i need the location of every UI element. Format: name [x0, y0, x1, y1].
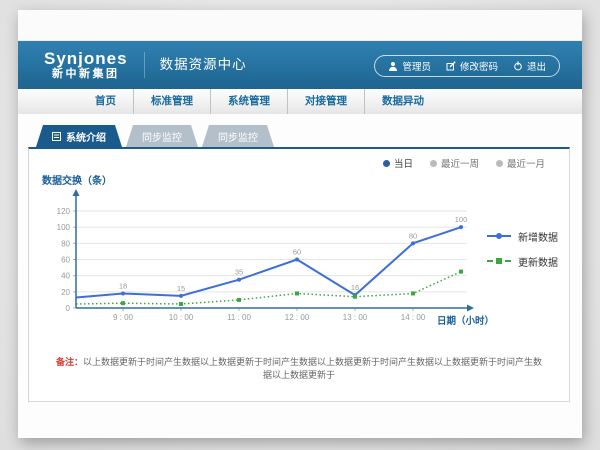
- y-tick-label: 120: [57, 207, 71, 216]
- radio-last-month-label: 最近一月: [507, 156, 545, 170]
- data-point-label: 80: [409, 231, 417, 240]
- user-menu-change-password-label: 修改密码: [460, 59, 498, 73]
- legend-marker-square: [496, 258, 502, 264]
- legend-line-sample-new: [487, 235, 511, 237]
- data-point: [459, 270, 463, 274]
- y-tick-label: 20: [61, 288, 70, 297]
- radio-last-week[interactable]: 最近一周: [430, 156, 479, 170]
- legend-line-sample-updated: [487, 260, 511, 262]
- line-chart: 0 20 40 60 80 100 120 9 : 00 10 : 00 11 : 00 12 : …: [47, 187, 507, 339]
- document-icon: [52, 132, 61, 141]
- data-point-label: 18: [119, 281, 127, 290]
- legend-label-updated-data: 更新数据: [518, 254, 558, 269]
- x-tick-label: 13 : 00: [343, 313, 368, 322]
- data-point: [237, 278, 241, 282]
- radio-today-dot: [383, 160, 390, 167]
- legend-label-new-data: 新增数据: [518, 229, 558, 244]
- edit-icon: [446, 61, 456, 71]
- nav-item-data-change[interactable]: 数据异动: [364, 89, 441, 114]
- series-line-1: [76, 272, 461, 304]
- nav-item-system-mgmt[interactable]: 系统管理: [210, 89, 287, 114]
- data-point-label: 60: [293, 248, 301, 257]
- data-point: [459, 225, 463, 229]
- x-tick-label: 9 : 00: [113, 313, 134, 322]
- chart-legend: 新增数据 更新数据: [487, 229, 573, 279]
- brand-logo: Synjones 新中新集团: [44, 50, 128, 80]
- chart-panel: 当日 最近一周 最近一月 数据交换（条） 0 20 40 60 80 100 120 9 : …: [28, 147, 570, 402]
- y-tick-label: 0: [66, 304, 71, 313]
- data-point: [411, 241, 415, 245]
- tab-sync-monitor-2-label: 同步监控: [218, 129, 258, 144]
- legend-marker-circle: [496, 233, 502, 239]
- nav-item-standard-mgmt[interactable]: 标准管理: [133, 89, 210, 114]
- data-point: [295, 258, 299, 262]
- y-tick-label: 60: [61, 256, 70, 265]
- power-icon: [513, 61, 523, 71]
- data-point: [121, 301, 125, 305]
- data-point: [179, 294, 183, 298]
- radio-last-month[interactable]: 最近一月: [496, 156, 545, 170]
- data-point: [121, 291, 125, 295]
- user-menu-admin-label: 管理员: [402, 59, 431, 73]
- top-strip: [18, 10, 582, 41]
- legend-item-updated-data[interactable]: 更新数据: [487, 254, 573, 268]
- data-point-label: 16: [351, 283, 359, 292]
- tab-sync-monitor-1-label: 同步监控: [142, 129, 182, 144]
- x-tick-label: 10 : 00: [169, 313, 194, 322]
- user-icon: [388, 61, 398, 71]
- footnote-prefix: 备注：: [56, 357, 83, 367]
- app-header: Synjones 新中新集团 数据资源中心 管理员 修改密码: [18, 41, 582, 89]
- main-nav: 首页 标准管理 系统管理 对接管理 数据异动: [18, 89, 582, 115]
- x-tick-label: 11 : 00: [227, 313, 251, 322]
- nav-item-interface-mgmt[interactable]: 对接管理: [287, 89, 364, 114]
- user-menu-admin[interactable]: 管理员: [388, 59, 431, 73]
- brand-logo-en: Synjones: [44, 50, 128, 67]
- radio-today-label: 当日: [394, 156, 413, 170]
- tab-sync-monitor-2[interactable]: 同步监控: [202, 125, 274, 147]
- content-area: 系统介绍 同步监控 同步监控 当日 最近一周: [18, 114, 582, 438]
- data-point: [411, 291, 415, 295]
- x-tick-label: 12 : 00: [285, 313, 310, 322]
- radio-last-week-dot: [430, 160, 437, 167]
- time-range-filter: 当日 最近一周 最近一月: [383, 156, 545, 170]
- y-tick-label: 80: [61, 239, 70, 248]
- x-axis-title: 日期（小时）: [437, 315, 494, 327]
- user-menu-logout[interactable]: 退出: [513, 59, 546, 73]
- data-point: [353, 295, 357, 299]
- y-tick-label: 40: [61, 272, 70, 281]
- user-menu-logout-label: 退出: [527, 59, 546, 73]
- x-axis-arrow-icon: [467, 305, 474, 312]
- user-menu: 管理员 修改密码 退出: [374, 55, 560, 77]
- x-tick-label: 14 : 00: [401, 313, 426, 322]
- radio-last-week-label: 最近一周: [441, 156, 479, 170]
- y-axis-title: 数据交换（条）: [42, 172, 112, 187]
- nav-item-home[interactable]: 首页: [78, 89, 133, 114]
- tab-sync-monitor-1[interactable]: 同步监控: [126, 125, 198, 147]
- data-point: [295, 291, 299, 295]
- user-menu-change-password[interactable]: 修改密码: [446, 59, 498, 73]
- tab-system-intro-label: 系统介绍: [66, 129, 106, 144]
- radio-last-month-dot: [496, 160, 503, 167]
- radio-today[interactable]: 当日: [383, 156, 413, 170]
- series-line-0: [76, 227, 461, 297]
- data-point: [179, 302, 183, 306]
- app-window: Synjones 新中新集团 数据资源中心 管理员 修改密码: [18, 10, 582, 438]
- data-point-label: 15: [177, 284, 185, 293]
- y-axis-arrow-icon: [73, 189, 80, 196]
- page-title: 数据资源中心: [144, 52, 247, 78]
- brand-logo-cn: 新中新集团: [44, 69, 128, 80]
- data-point-label: 35: [235, 268, 243, 277]
- footnote: 备注：以上数据更新于时间产生数据以上数据更新于时间产生数据以上数据更新于时间产生…: [29, 355, 569, 381]
- tab-system-intro[interactable]: 系统介绍: [36, 125, 122, 147]
- data-point: [237, 298, 241, 302]
- footnote-text: 以上数据更新于时间产生数据以上数据更新于时间产生数据以上数据更新于时间产生数据以…: [83, 357, 542, 380]
- tab-bar: 系统介绍 同步监控 同步监控: [36, 125, 278, 147]
- legend-item-new-data[interactable]: 新增数据: [487, 229, 573, 243]
- y-tick-label: 100: [57, 223, 71, 232]
- data-point-label: 100: [455, 215, 468, 224]
